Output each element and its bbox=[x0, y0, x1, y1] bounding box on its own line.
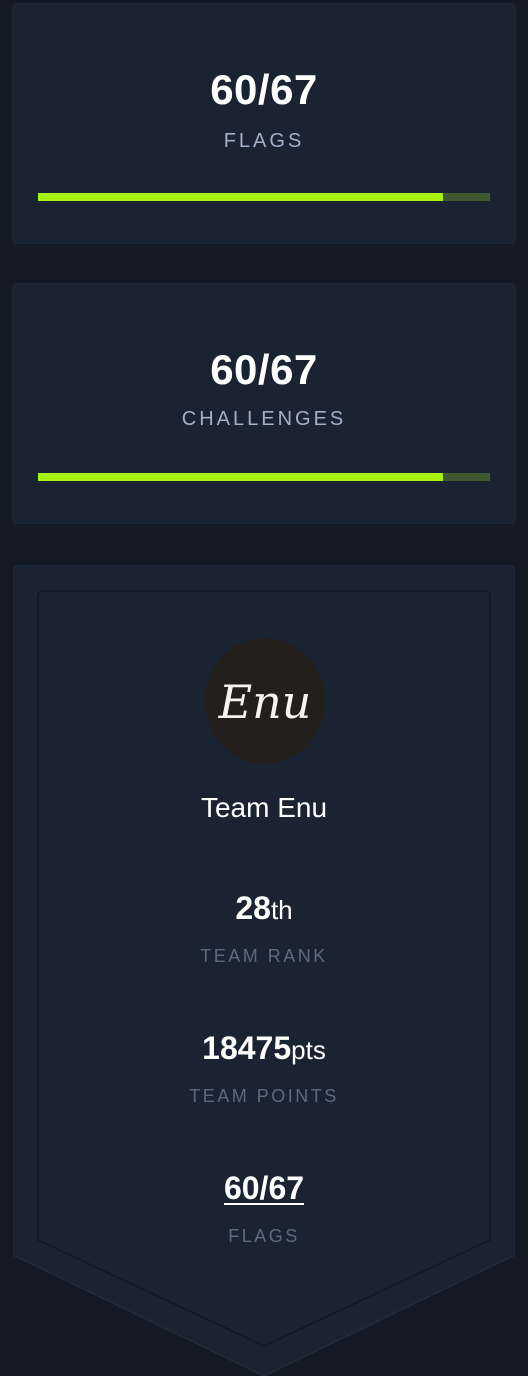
team-rank-value: 28th bbox=[13, 890, 515, 927]
flags-progress-bar bbox=[38, 193, 490, 201]
flags-count: 60/67 bbox=[210, 66, 318, 113]
team-flags-link[interactable]: 60/67 bbox=[224, 1170, 304, 1206]
flags-progress-fill bbox=[38, 193, 443, 201]
challenges-card: 60/67 CHALLENGES bbox=[13, 284, 515, 523]
challenges-progress-fill bbox=[38, 473, 443, 481]
team-points-value: 18475pts bbox=[13, 1030, 515, 1067]
flags-label: FLAGS bbox=[223, 130, 305, 152]
svg-text:Enu: Enu bbox=[218, 675, 312, 729]
rank-suffix: th bbox=[270, 895, 293, 925]
team-points-label: TEAM POINTS bbox=[189, 1086, 339, 1106]
team-rank-label: TEAM RANK bbox=[200, 946, 328, 966]
rank-number: 28 bbox=[235, 890, 271, 926]
flags-card: 60/67 FLAGS bbox=[13, 4, 515, 243]
challenges-count: 60/67 bbox=[210, 346, 318, 393]
challenges-label: CHALLENGES bbox=[181, 408, 347, 430]
challenges-progress-bar bbox=[38, 473, 490, 481]
avatar-logo: Enu bbox=[218, 675, 312, 729]
points-number: 18475 bbox=[202, 1030, 292, 1066]
team-avatar: Enu bbox=[205, 638, 325, 764]
team-flags-value: 60/67 bbox=[13, 1170, 515, 1207]
points-suffix: pts bbox=[291, 1035, 326, 1065]
team-badge: Enu Team Enu 28th TEAM RANK 18475pts TEA… bbox=[13, 565, 515, 1376]
team-name: Team Enu bbox=[200, 792, 328, 823]
team-flags-label: FLAGS bbox=[228, 1226, 300, 1246]
